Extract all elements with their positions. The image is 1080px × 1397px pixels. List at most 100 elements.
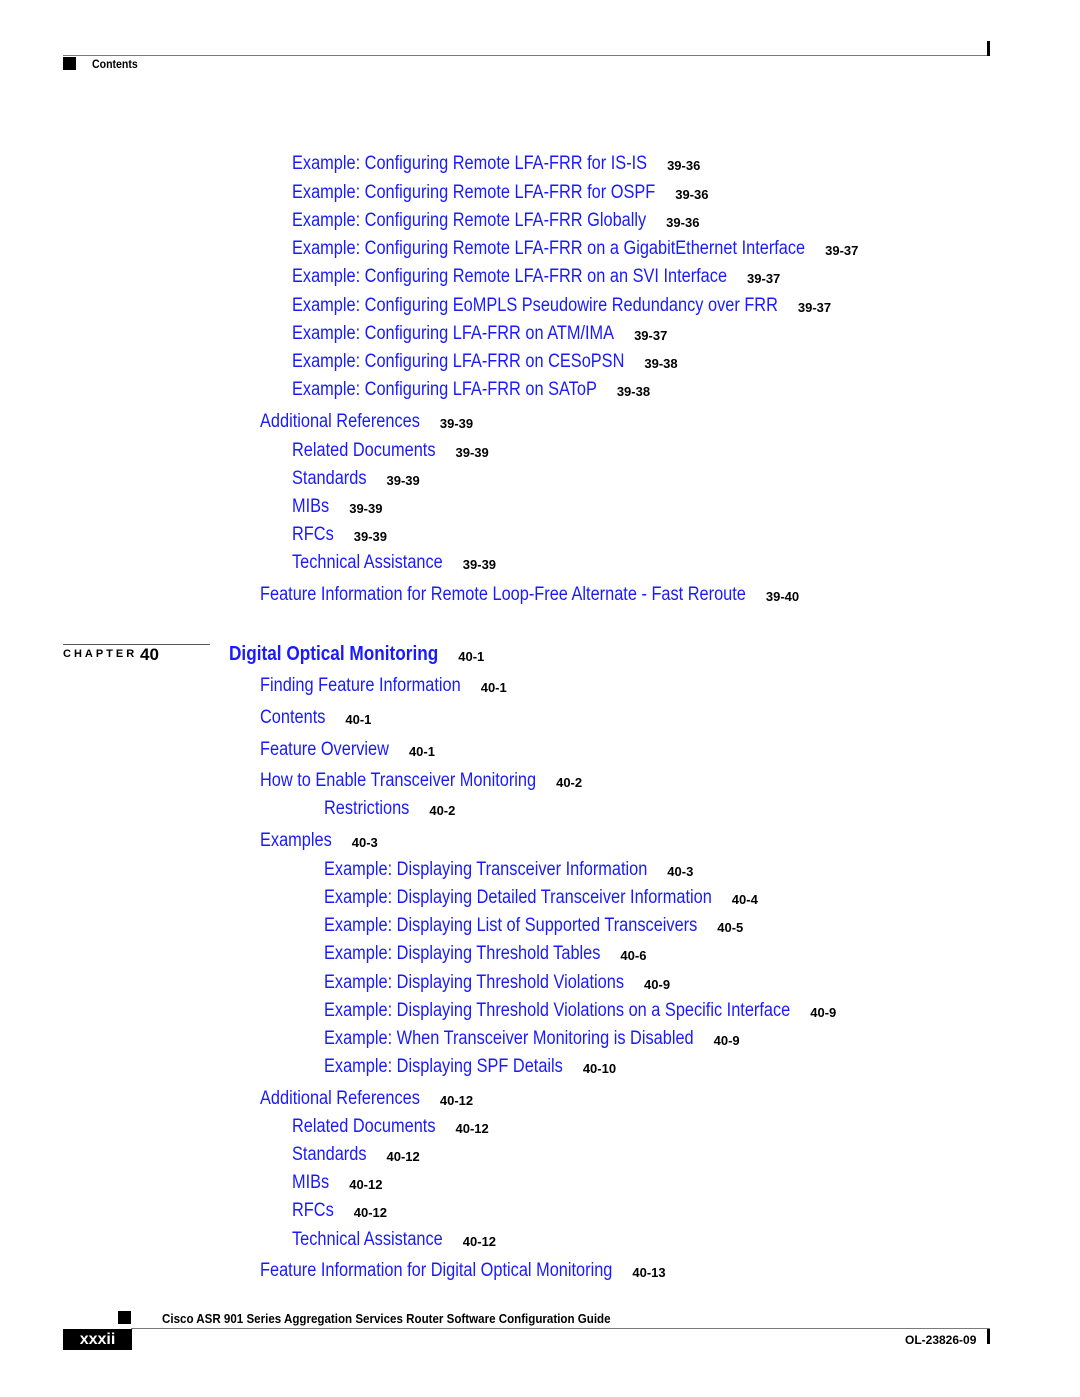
footer-tick <box>987 1329 990 1344</box>
footer-marker <box>118 1311 131 1324</box>
toc-entry-title[interactable]: Example: Configuring LFA-FRR on SAToP <box>292 379 597 401</box>
toc-entry-title[interactable]: Related Documents <box>292 1116 436 1138</box>
toc-entry[interactable]: Standards 40-12 <box>292 1144 420 1167</box>
toc-entry-title[interactable]: Example: Displaying SPF Details <box>324 1056 563 1078</box>
toc-entry-title[interactable]: Technical Assistance <box>292 1229 443 1251</box>
toc-entry-page: 40-10 <box>582 1061 617 1076</box>
toc-entry[interactable]: Feature Information for Digital Optical … <box>260 1260 670 1283</box>
toc-entry[interactable]: Example: Configuring Remote LFA-FRR for … <box>292 182 714 205</box>
toc-entry[interactable]: Example: Configuring LFA-FRR on CESoPSN 3… <box>292 351 679 374</box>
toc-entry-title[interactable]: RFCs <box>292 1200 334 1222</box>
toc-entry-title[interactable]: Example: Displaying Threshold Tables <box>324 943 600 965</box>
toc-entry[interactable]: Technical Assistance 39-39 <box>292 552 496 575</box>
toc-entry-title[interactable]: Example: Configuring Remote LFA-FRR for … <box>292 153 647 175</box>
toc-entry-title[interactable]: Technical Assistance <box>292 552 443 574</box>
toc-entry[interactable]: Technical Assistance 40-12 <box>292 1229 496 1252</box>
toc-entry[interactable]: MIBs 39-39 <box>292 496 382 519</box>
toc-entry[interactable]: Example: Configuring Remote LFA-FRR on a… <box>292 266 798 289</box>
toc-entry[interactable]: How to Enable Transceiver Monitoring 40-2 <box>260 770 582 793</box>
toc-entry-page: 39-36 <box>667 158 701 173</box>
toc-entry-title[interactable]: Example: Configuring LFA-FRR on CESoPSN <box>292 351 624 373</box>
toc-entry-title[interactable]: Additional References <box>260 411 420 433</box>
toc-entry-title[interactable]: Example: Configuring Remote LFA-FRR on a… <box>292 266 727 288</box>
toc-entry[interactable]: Additional References 39-39 <box>260 411 473 434</box>
toc-entry-title[interactable]: Example: Displaying Threshold Violations <box>324 972 624 994</box>
header-tick <box>987 41 990 56</box>
toc-entry-page: 40-9 <box>810 1005 837 1020</box>
toc-entry-page: 40-13 <box>632 1265 666 1280</box>
toc-entry-page: 39-37 <box>797 300 832 315</box>
toc-entry-title[interactable]: MIBs <box>292 1172 329 1194</box>
toc-entry-page: 40-9 <box>713 1033 740 1048</box>
toc-entry-title[interactable]: Example: Displaying List of Supported Tr… <box>324 915 697 937</box>
toc-entry-title[interactable]: Contents <box>260 707 325 729</box>
toc-entry-page: 40-3 <box>351 835 378 850</box>
toc-entry-title[interactable]: How to Enable Transceiver Monitoring <box>260 770 536 792</box>
toc-entry-title[interactable]: Example: Configuring Remote LFA-FRR on a… <box>292 238 805 260</box>
toc-entry-page: 40-12 <box>353 1205 387 1220</box>
toc-entry[interactable]: Contents 40-1 <box>260 707 371 730</box>
toc-entry-title[interactable]: Finding Feature Information <box>260 675 461 697</box>
toc-entry[interactable]: Feature Overview 40-1 <box>260 739 435 762</box>
toc-entry[interactable]: Example: Displaying SPF Details 40-10 <box>324 1056 616 1079</box>
toc-entry-title[interactable]: Standards <box>292 1144 366 1166</box>
toc-entry[interactable]: Example: Configuring Remote LFA-FRR for … <box>292 153 705 176</box>
chapter-title-entry[interactable]: Digital Optical Monitoring 40-1 <box>229 643 484 667</box>
toc-entry[interactable]: Example: Displaying Threshold Violations… <box>324 1000 866 1023</box>
toc-entry-title[interactable]: RFCs <box>292 524 334 546</box>
chapter-number: 40 <box>140 645 159 664</box>
toc-entry-title[interactable]: Example: Configuring LFA-FRR on ATM/IMA <box>292 323 614 345</box>
toc-entry-page: 40-9 <box>644 977 671 992</box>
toc-entry[interactable]: Example: Configuring Remote LFA-FRR Glob… <box>292 210 704 233</box>
chapter-title[interactable]: Digital Optical Monitoring <box>229 643 438 665</box>
chapter-label: CHAPTER <box>63 648 138 660</box>
toc-entry-title[interactable]: Example: Configuring EoMPLS Pseudowire R… <box>292 295 778 317</box>
toc-entry[interactable]: MIBs 40-12 <box>292 1172 382 1195</box>
header-rule <box>63 55 990 56</box>
toc-entry-title[interactable]: Additional References <box>260 1088 420 1110</box>
toc-entry-title[interactable]: Example: Displaying Detailed Transceiver… <box>324 887 712 909</box>
toc-entry[interactable]: Example: Configuring EoMPLS Pseudowire R… <box>292 295 857 318</box>
toc-entry-title[interactable]: Feature Information for Remote Loop-Free… <box>260 584 746 606</box>
toc-entry-title[interactable]: Examples <box>260 830 332 852</box>
toc-entry[interactable]: Example: Configuring Remote LFA-FRR on a… <box>292 238 889 261</box>
toc-entry-title[interactable]: Example: When Transceiver Monitoring is … <box>324 1028 694 1050</box>
toc-entry[interactable]: Related Documents 40-12 <box>292 1116 489 1139</box>
toc-entry-title[interactable]: Example: Displaying Threshold Violations… <box>324 1000 790 1022</box>
toc-entry-page: 40-1 <box>480 680 507 695</box>
toc-entry-title[interactable]: Standards <box>292 468 366 490</box>
toc-entry[interactable]: RFCs 39-39 <box>292 524 387 547</box>
toc-entry[interactable]: Example: Displaying Threshold Violations… <box>324 972 673 995</box>
toc-entry[interactable]: Related Documents 39-39 <box>292 440 489 463</box>
toc-entry[interactable]: RFCs 40-12 <box>292 1200 387 1223</box>
toc-entry[interactable]: Example: Displaying Transceiver Informat… <box>324 859 700 882</box>
toc-entry-page: 40-2 <box>429 803 456 818</box>
toc-entry-title[interactable]: MIBs <box>292 496 329 518</box>
toc-entry-title[interactable]: Example: Configuring Remote LFA-FRR for … <box>292 182 655 204</box>
toc-entry[interactable]: Example: Displaying List of Supported Tr… <box>324 915 758 938</box>
toc-entry[interactable]: Example: Displaying Threshold Tables 40-6 <box>324 943 646 966</box>
toc-entry[interactable]: Feature Information for Remote Loop-Free… <box>260 584 825 607</box>
toc-entry[interactable]: Finding Feature Information 40-1 <box>260 675 507 698</box>
toc-entry-title[interactable]: Feature Information for Digital Optical … <box>260 1260 612 1282</box>
toc-entry-page: 39-38 <box>616 384 651 399</box>
toc-entry-page: 40-12 <box>462 1234 497 1249</box>
toc-entry[interactable]: Example: Configuring LFA-FRR on ATM/IMA 3… <box>292 323 667 346</box>
toc-entry-title[interactable]: Related Documents <box>292 440 436 462</box>
toc-entry-page: 40-12 <box>439 1093 474 1108</box>
toc-entry-page: 39-37 <box>747 271 781 286</box>
toc-entry-title[interactable]: Example: Displaying Transceiver Informat… <box>324 859 647 881</box>
toc-entry[interactable]: Examples 40-3 <box>260 830 378 853</box>
toc-entry[interactable]: Example: Configuring LFA-FRR on SAToP 39-… <box>292 379 650 402</box>
toc-entry-title[interactable]: Feature Overview <box>260 739 389 761</box>
toc-entry[interactable]: Additional References 40-12 <box>260 1088 473 1111</box>
toc-entry-title[interactable]: Example: Configuring Remote LFA-FRR Glob… <box>292 210 646 232</box>
toc-entry[interactable]: Example: Displaying Detailed Transceiver… <box>324 887 775 910</box>
toc-entry[interactable]: Example: When Transceiver Monitoring is … <box>324 1028 754 1051</box>
toc-entry[interactable]: Standards 39-39 <box>292 468 420 491</box>
toc-entry[interactable]: Restrictions 40-2 <box>324 798 455 821</box>
toc-entry-page: 40-12 <box>455 1121 489 1136</box>
toc-entry-page: 40-1 <box>345 712 372 727</box>
toc-entry-page: 40-4 <box>731 892 758 907</box>
toc-entry-title[interactable]: Restrictions <box>324 798 409 820</box>
